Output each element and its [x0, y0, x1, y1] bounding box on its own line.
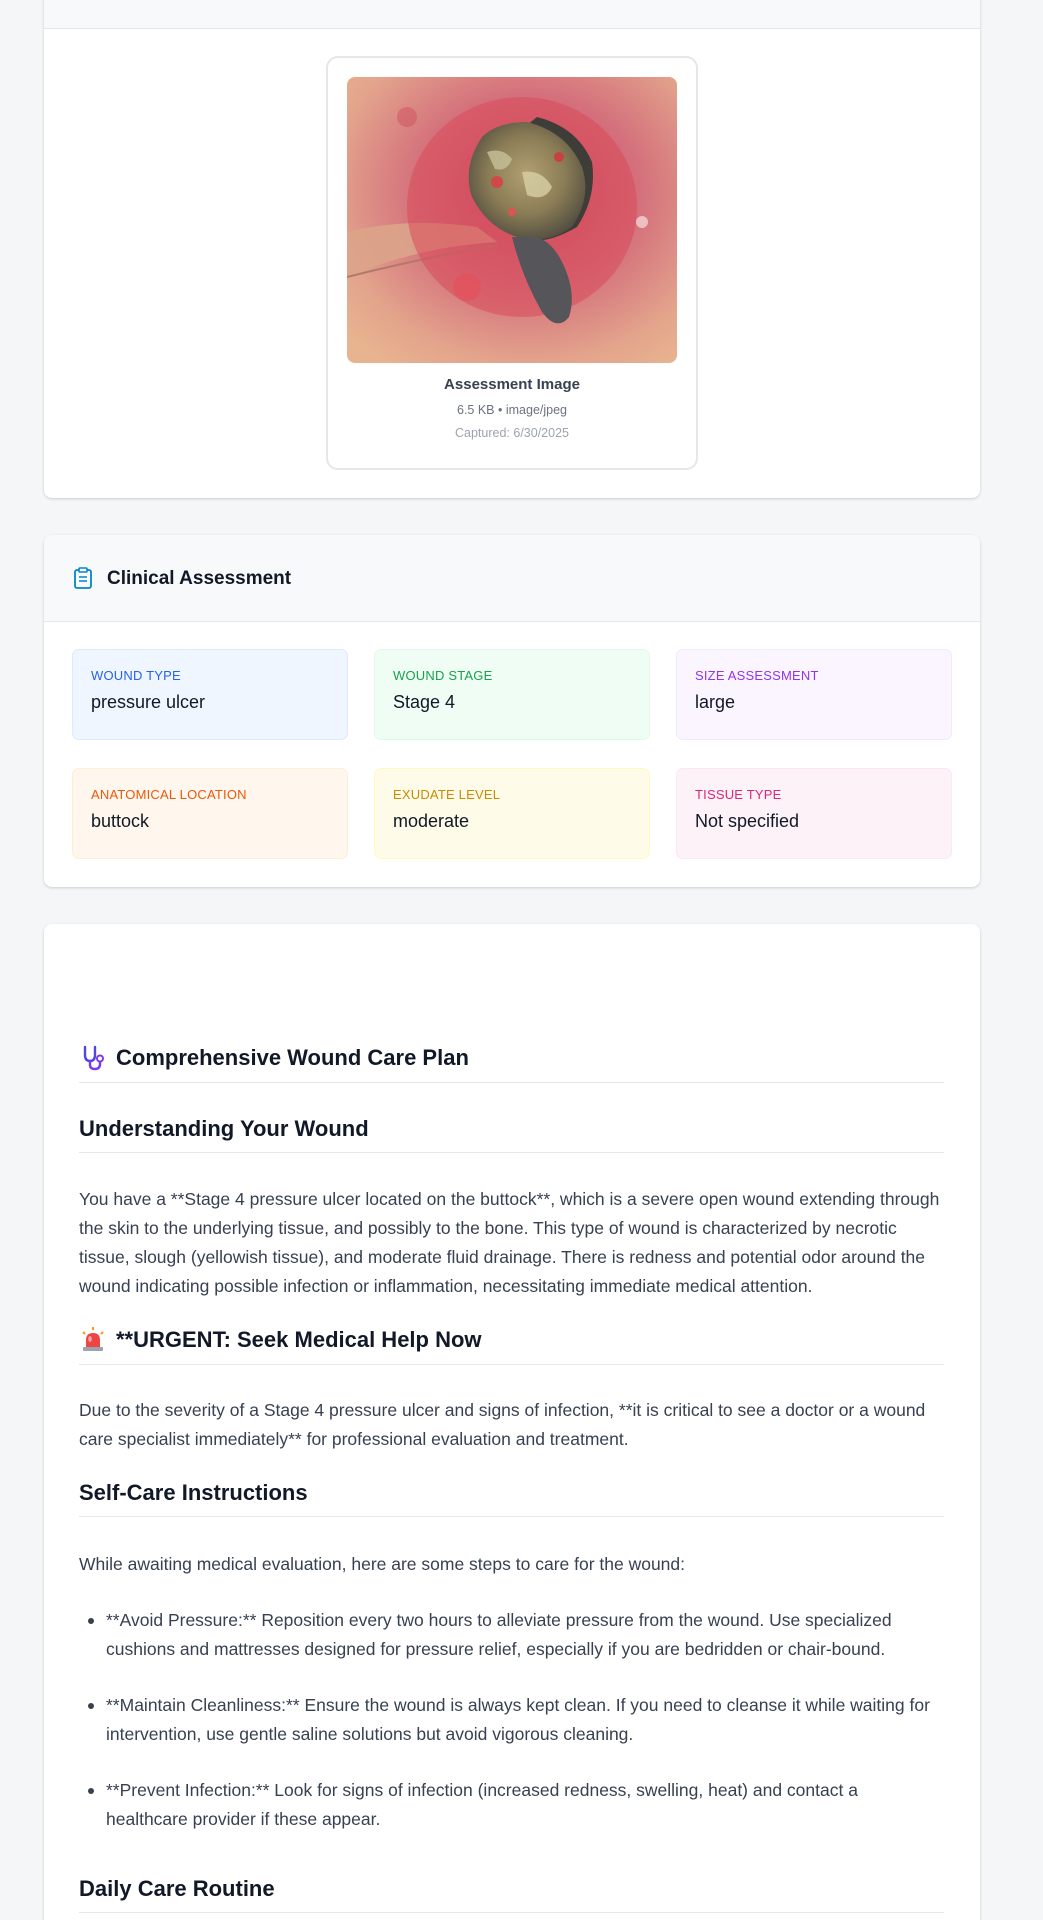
image-captured-date: Captured: 6/30/2025: [455, 426, 569, 440]
wound-photo[interactable]: [347, 77, 677, 363]
tile-value: buttock: [91, 811, 150, 831]
assessment-image-frame[interactable]: Assessment Image 6.5 KB • image/jpeg Cap…: [326, 56, 698, 470]
tile-wound-type: WOUND TYPE pressure ulcer: [72, 649, 348, 740]
tile-label: TISSUE TYPE: [695, 787, 782, 802]
tile-size-assessment: SIZE ASSESSMENT large: [676, 649, 952, 740]
care-plan-heading-text: Comprehensive Wound Care Plan: [116, 1045, 469, 1070]
tile-value: Stage 4: [393, 692, 456, 712]
tile-label: SIZE ASSESSMENT: [695, 668, 819, 683]
tile-label: WOUND STAGE: [393, 668, 493, 683]
urgent-text: Due to the severity of a Stage 4 pressur…: [79, 1400, 926, 1449]
wound-photo-graphic: [347, 77, 677, 363]
clipboard-icon: [74, 567, 92, 589]
tile-value: large: [695, 692, 736, 712]
urgent-heading: **URGENT: Seek Medical Help Now: [79, 1326, 944, 1365]
urgent-heading-text: **URGENT: Seek Medical Help Now: [116, 1327, 482, 1352]
tile-wound-stage: WOUND STAGE Stage 4: [374, 649, 650, 740]
siren-icon: [82, 1327, 104, 1351]
tile-tissue-type: TISSUE TYPE Not specified: [676, 768, 952, 859]
image-meta: 6.5 KB • image/jpeg: [457, 403, 567, 417]
tile-anatomical-location: ANATOMICAL LOCATION buttock: [72, 768, 348, 859]
care-plan-card: Comprehensive Wound Care Plan Understand…: [44, 924, 980, 1920]
clinical-assessment-card: Clinical Assessment WOUND TYPE pressure …: [44, 535, 980, 887]
tile-label: EXUDATE LEVEL: [393, 787, 501, 802]
tile-exudate-level: EXUDATE LEVEL moderate: [374, 768, 650, 859]
image-card: Assessment Image 6.5 KB • image/jpeg Cap…: [44, 0, 980, 498]
tile-label: WOUND TYPE: [91, 668, 181, 683]
clinical-assessment-title: Clinical Assessment: [107, 568, 292, 589]
list-item: **Prevent Infection:** Look for signs of…: [79, 1776, 944, 1834]
tile-value: moderate: [393, 811, 470, 831]
image-card-header: [44, 0, 980, 29]
list-item: **Maintain Cleanliness:** Ensure the wou…: [79, 1691, 944, 1749]
image-title: Assessment Image: [444, 376, 580, 393]
understanding-text: You have a **Stage 4 pressure ulcer loca…: [79, 1189, 940, 1296]
understanding-heading: Understanding Your Wound: [79, 1116, 944, 1153]
tile-value: pressure ulcer: [91, 692, 206, 712]
selfcare-list: **Avoid Pressure:** Reposition every two…: [79, 1606, 944, 1861]
selfcare-intro: While awaiting medical evaluation, here …: [79, 1554, 686, 1574]
daily-care-heading: Daily Care Routine: [79, 1876, 944, 1913]
list-item: **Avoid Pressure:** Reposition every two…: [79, 1606, 944, 1664]
tile-value: Not specified: [695, 811, 800, 831]
stethoscope-icon: [83, 1045, 104, 1071]
clinical-assessment-header: Clinical Assessment: [44, 535, 980, 622]
care-plan-heading: Comprehensive Wound Care Plan: [79, 1044, 944, 1083]
selfcare-heading: Self-Care Instructions: [79, 1480, 944, 1517]
tile-label: ANATOMICAL LOCATION: [91, 787, 247, 802]
